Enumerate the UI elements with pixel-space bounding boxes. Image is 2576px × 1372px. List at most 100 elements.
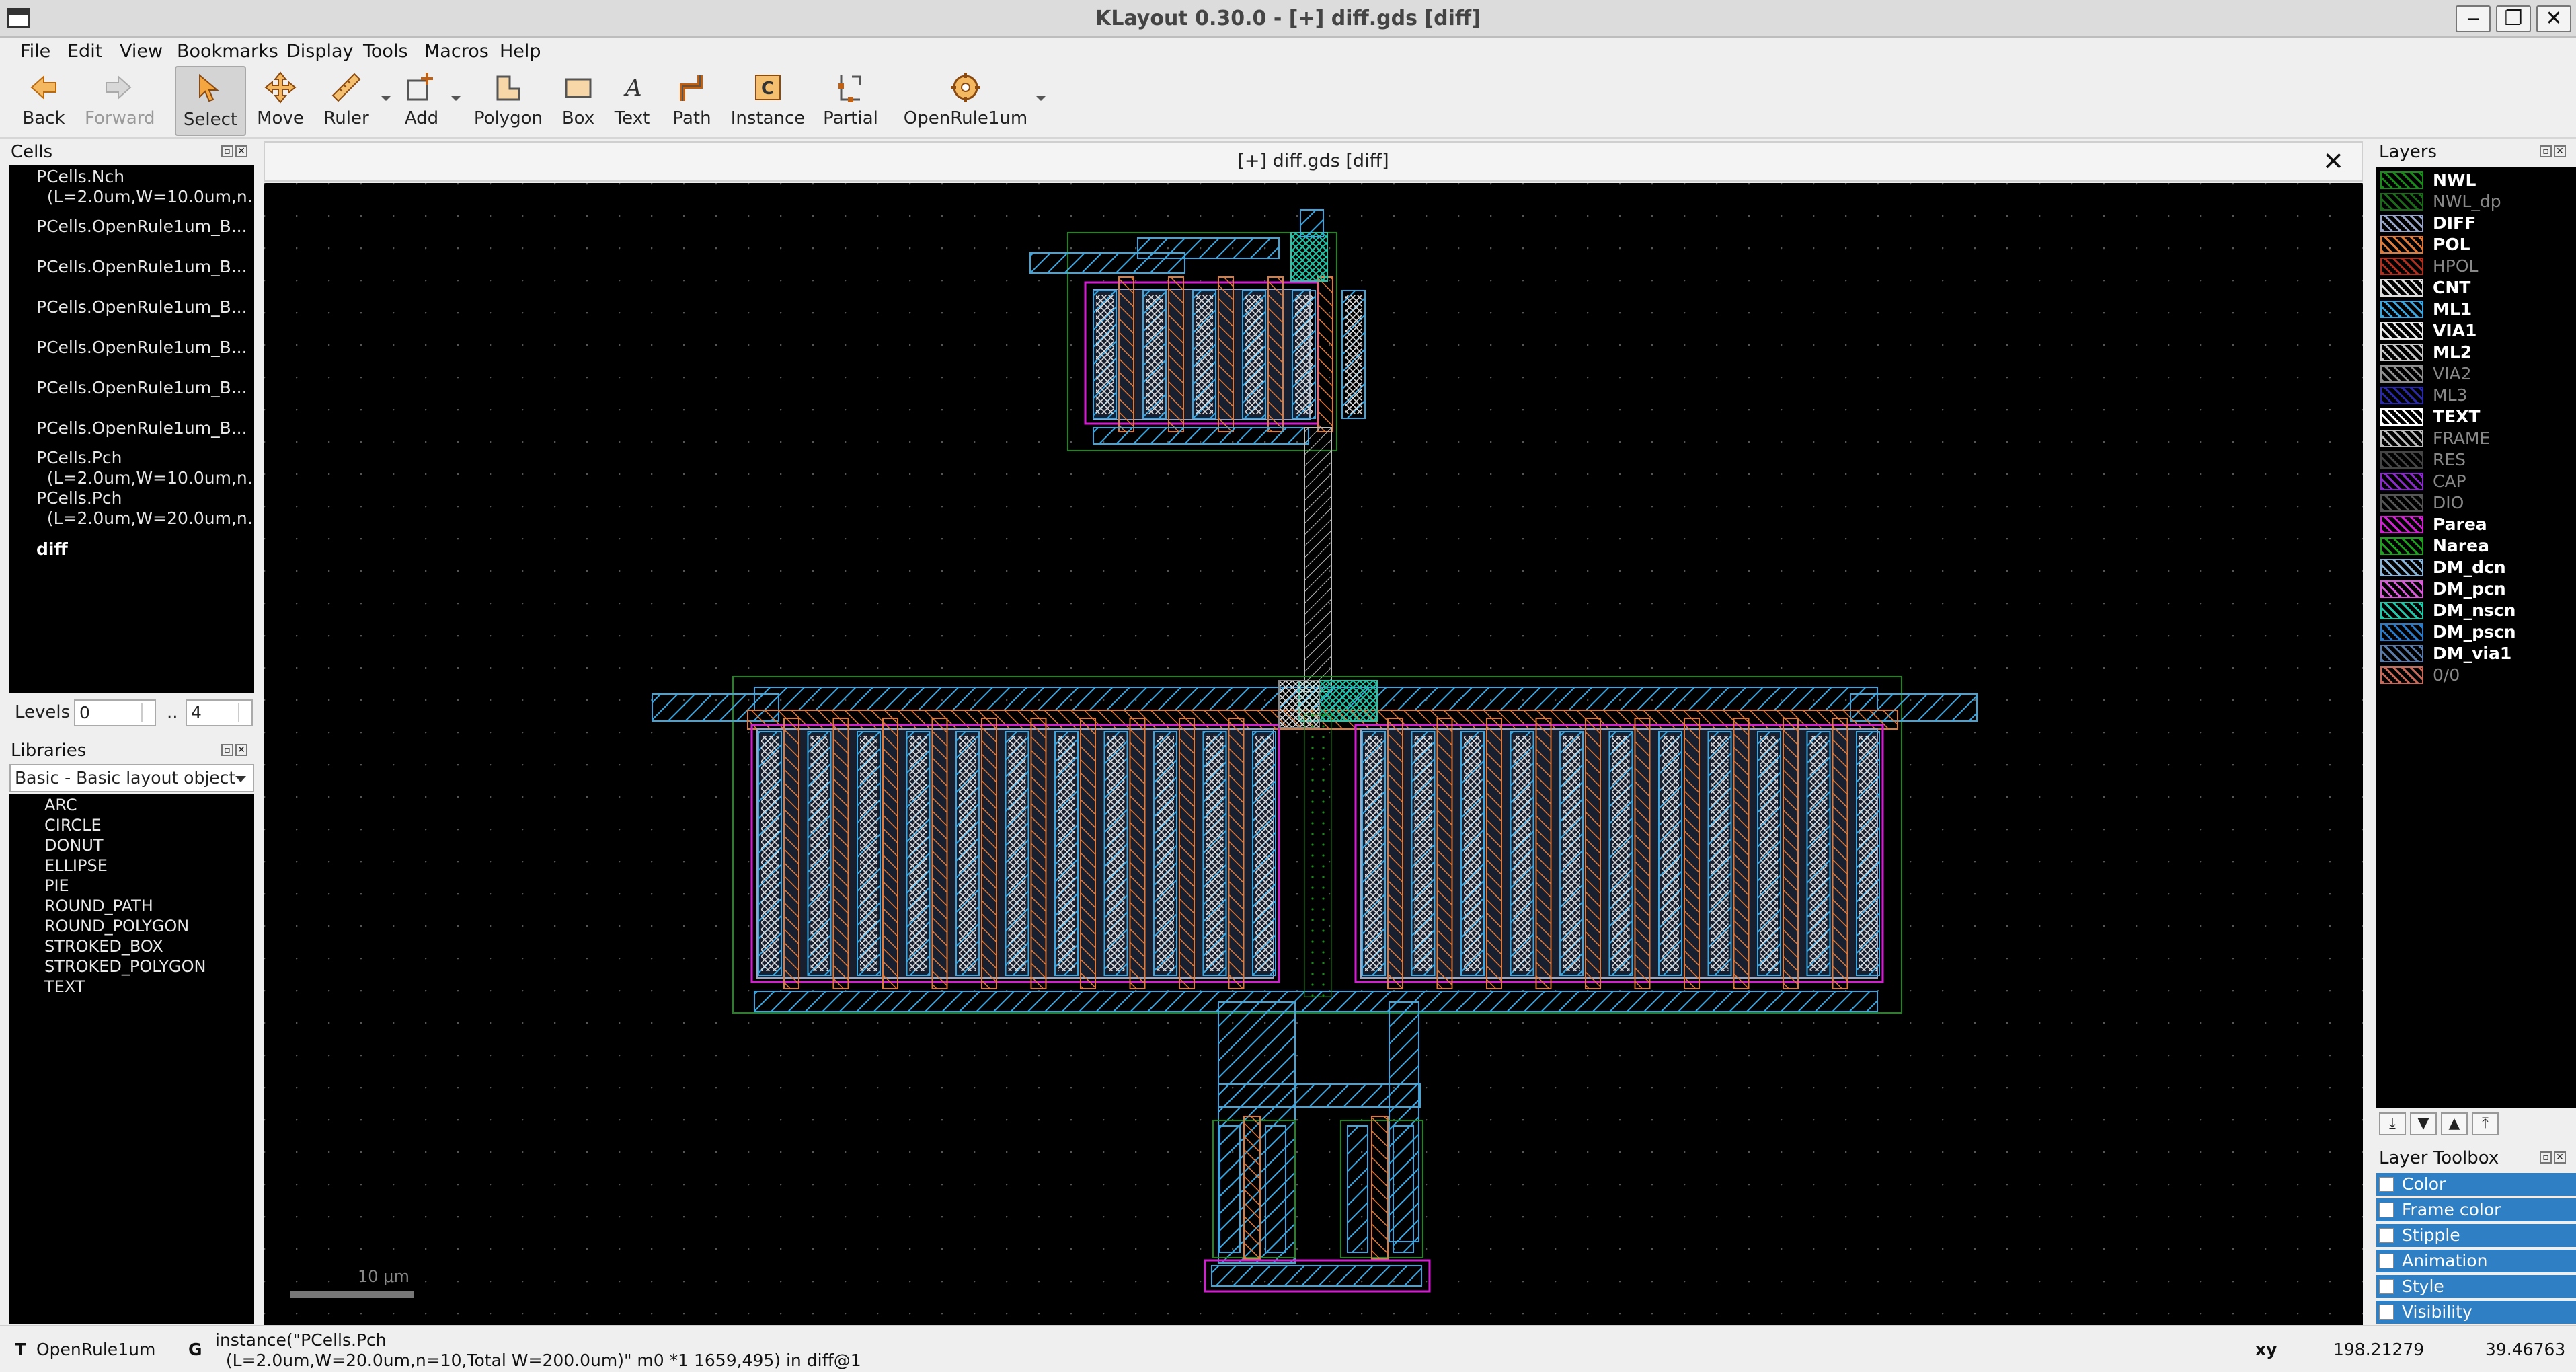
expand-checkbox[interactable] (2379, 1203, 2394, 1217)
library-select[interactable]: Basic - Basic layout object (9, 764, 254, 792)
close-tab-icon[interactable]: ✕ (2323, 148, 2344, 175)
move-layer-top-icon[interactable]: ⤒ (2472, 1112, 2499, 1135)
move-layer-down-icon[interactable]: ▼ (2410, 1112, 2437, 1135)
float-panel-icon[interactable]: ▫ (221, 145, 233, 157)
expand-checkbox[interactable] (2379, 1305, 2394, 1320)
layout-canvas[interactable]: 10 μm (264, 183, 2363, 1325)
layer-row[interactable]: POL (2376, 234, 2576, 256)
path-tool-button[interactable]: Path (666, 66, 718, 136)
layer-row[interactable]: NWL_dp (2376, 191, 2576, 213)
minimize-button[interactable]: ‒ (2456, 5, 2491, 32)
expand-checkbox[interactable] (2379, 1228, 2394, 1243)
library-cell-list[interactable]: ARC CIRCLE DONUT ELLIPSE PIE ROUND_PATH … (9, 794, 254, 1324)
library-item[interactable]: STROKED_POLYGON (44, 956, 206, 977)
polygon-tool-button[interactable]: Polygon (472, 66, 545, 136)
menu-edit[interactable]: Edit (67, 38, 102, 66)
library-item[interactable]: ELLIPSE (44, 855, 108, 876)
text-tool-button[interactable]: A Text (609, 66, 655, 136)
maximize-button[interactable]: ❐ (2496, 5, 2531, 32)
toolbox-color[interactable]: Color (2376, 1173, 2576, 1196)
layout-document-tab[interactable]: [+] diff.gds [diff] ✕ (264, 141, 2363, 182)
menu-help[interactable]: Help (500, 38, 541, 66)
expand-checkbox[interactable] (2379, 1279, 2394, 1294)
back-button[interactable]: Back (15, 66, 73, 136)
close-panel-icon[interactable]: ✕ (2554, 145, 2566, 157)
layer-row[interactable]: DIO (2376, 492, 2576, 514)
layer-row[interactable]: VIA2 (2376, 363, 2576, 385)
layer-row[interactable]: ML2 (2376, 342, 2576, 363)
expand-checkbox[interactable] (2379, 1254, 2394, 1268)
layer-row[interactable]: CNT (2376, 277, 2576, 299)
forward-button[interactable]: Forward (85, 66, 155, 136)
cell-item[interactable]: PCells.OpenRule1um_B... (36, 297, 254, 317)
float-panel-icon[interactable]: ▫ (2540, 145, 2552, 157)
toolbox-visibility[interactable]: Visibility (2376, 1301, 2576, 1324)
add-tool-button[interactable]: Add (398, 66, 445, 136)
layer-row[interactable]: DIFF (2376, 213, 2576, 234)
add-dropdown-arrow[interactable] (451, 96, 461, 101)
pdk-dropdown-arrow[interactable] (1036, 96, 1046, 101)
library-item[interactable]: ARC (44, 795, 77, 815)
expand-checkbox[interactable] (2379, 1177, 2394, 1192)
layer-row[interactable]: RES (2376, 449, 2576, 471)
levels-from-spinbox[interactable]: 0 (74, 699, 156, 726)
layer-row[interactable]: Narea (2376, 535, 2576, 557)
menu-bookmarks[interactable]: Bookmarks (177, 38, 278, 66)
levels-to-spinbox[interactable]: 4 (186, 699, 253, 726)
close-panel-icon[interactable]: ✕ (235, 145, 247, 157)
ruler-tool-button[interactable]: Ruler (316, 66, 377, 136)
layer-row[interactable]: DM_pscn (2376, 621, 2576, 643)
toolbox-stipple[interactable]: Stipple (2376, 1224, 2576, 1247)
select-tool-button[interactable]: Select (175, 66, 246, 136)
toolbox-style[interactable]: Style (2376, 1275, 2576, 1298)
library-item[interactable]: PIE (44, 876, 69, 896)
layer-row[interactable]: ML3 (2376, 385, 2576, 406)
box-tool-button[interactable]: Box (557, 66, 600, 136)
layer-row[interactable]: VIA1 (2376, 320, 2576, 342)
cell-item[interactable]: PCells.OpenRule1um_B... (36, 418, 254, 439)
library-item[interactable]: TEXT (44, 977, 85, 997)
close-window-button[interactable]: ✕ (2536, 5, 2571, 32)
library-item[interactable]: CIRCLE (44, 815, 102, 835)
openrule1um-pdk-button[interactable]: OpenRule1um (898, 66, 1033, 136)
layer-row[interactable]: Parea (2376, 514, 2576, 535)
layer-row[interactable]: HPOL (2376, 256, 2576, 277)
layer-row[interactable]: DM_dcn (2376, 557, 2576, 578)
layer-row[interactable]: FRAME (2376, 428, 2576, 449)
technology-name[interactable]: OpenRule1um (36, 1340, 155, 1360)
toolbox-frame-color[interactable]: Frame color (2376, 1198, 2576, 1221)
layer-row[interactable]: CAP (2376, 471, 2576, 492)
move-tool-button[interactable]: Move (254, 66, 307, 136)
close-panel-icon[interactable]: ✕ (235, 744, 247, 756)
menu-display[interactable]: Display (286, 38, 354, 66)
move-layer-bottom-icon[interactable]: ⤓ (2379, 1112, 2406, 1135)
toolbox-animation[interactable]: Animation (2376, 1250, 2576, 1272)
layer-row[interactable]: DM_pcn (2376, 578, 2576, 600)
cell-item-pch-10[interactable]: PCells.Pch (L=2.0um,W=10.0um,n... (36, 448, 254, 488)
library-item[interactable]: ROUND_POLYGON (44, 916, 189, 936)
cell-tree[interactable]: PCells.Nch (L=2.0um,W=10.0um,n... PCells… (9, 165, 254, 693)
cell-item[interactable]: PCells.OpenRule1um_B... (36, 378, 254, 398)
layer-row[interactable]: TEXT (2376, 406, 2576, 428)
cell-item[interactable]: PCells.OpenRule1um_B... (36, 338, 254, 358)
instance-tool-button[interactable]: C Instance (726, 66, 810, 136)
layer-row[interactable]: DM_nscn (2376, 600, 2576, 621)
layer-row[interactable]: 0/0 (2376, 664, 2576, 686)
cell-item[interactable]: PCells.OpenRule1um_B... (36, 257, 254, 277)
float-panel-icon[interactable]: ▫ (2540, 1151, 2552, 1164)
menu-view[interactable]: View (120, 38, 163, 66)
library-item[interactable]: DONUT (44, 835, 104, 855)
layer-row[interactable]: ML1 (2376, 299, 2576, 320)
layer-row[interactable]: NWL (2376, 169, 2576, 191)
cell-item-pch-20[interactable]: PCells.Pch (L=2.0um,W=20.0um,n... (36, 488, 254, 529)
move-layer-up-icon[interactable]: ▲ (2441, 1112, 2468, 1135)
library-item[interactable]: STROKED_BOX (44, 936, 163, 956)
layer-row[interactable]: DM_via1 (2376, 643, 2576, 664)
menu-macros[interactable]: Macros (424, 38, 489, 66)
cell-item-diff-top[interactable]: diff (36, 539, 254, 560)
cell-item[interactable]: PCells.OpenRule1um_B... (36, 217, 254, 237)
menu-tools[interactable]: Tools (363, 38, 408, 66)
menu-file[interactable]: File (20, 38, 50, 66)
ruler-dropdown-arrow[interactable] (381, 96, 391, 101)
library-item[interactable]: ROUND_PATH (44, 896, 153, 916)
